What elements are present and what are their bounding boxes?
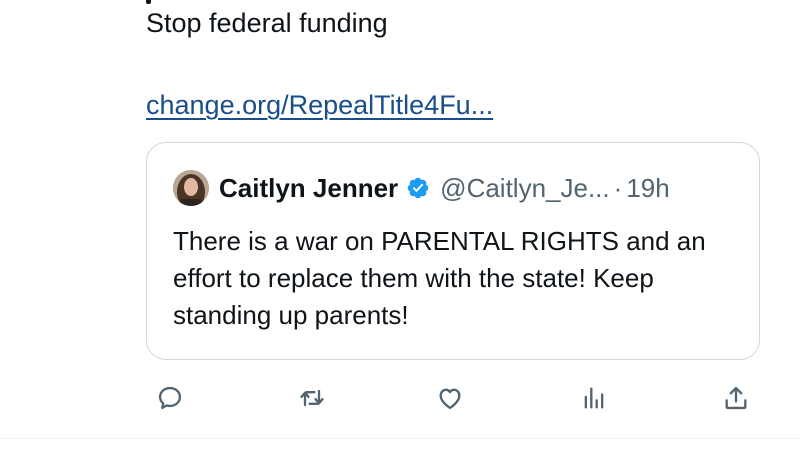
- heart-icon: [439, 388, 461, 410]
- quoted-post-card[interactable]: Caitlyn Jenner @Caitlyn_Je... · 19h Ther…: [146, 142, 760, 360]
- avatar[interactable]: [173, 170, 209, 206]
- repost-arrows-icon: [300, 389, 324, 407]
- previous-line-fragment: [146, 0, 151, 4]
- quoted-author-name[interactable]: Caitlyn Jenner: [219, 173, 398, 204]
- post-text: Stop federal funding: [146, 8, 388, 38]
- post-link[interactable]: change.org/RepealTitle4Fu...: [146, 88, 493, 122]
- share-upload-icon: [725, 386, 747, 410]
- reply-button[interactable]: [152, 380, 188, 416]
- quoted-post-time[interactable]: 19h: [626, 173, 669, 204]
- bar-chart-icon: [584, 387, 604, 409]
- post-action-bar: [146, 380, 760, 416]
- post-divider: [0, 438, 800, 439]
- speech-bubble-icon: [158, 386, 182, 410]
- quoted-post-header: Caitlyn Jenner @Caitlyn_Je... · 19h: [173, 169, 670, 207]
- like-button[interactable]: [432, 380, 468, 416]
- separator-dot: ·: [613, 172, 623, 203]
- repost-button[interactable]: [294, 380, 330, 416]
- verified-badge-icon: [407, 177, 429, 199]
- quoted-post-text: There is a war on PARENTAL RIGHTS and an…: [173, 226, 706, 330]
- quoted-author-handle[interactable]: @Caitlyn_Je...: [440, 173, 609, 204]
- share-button[interactable]: [718, 380, 754, 416]
- views-button[interactable]: [576, 380, 612, 416]
